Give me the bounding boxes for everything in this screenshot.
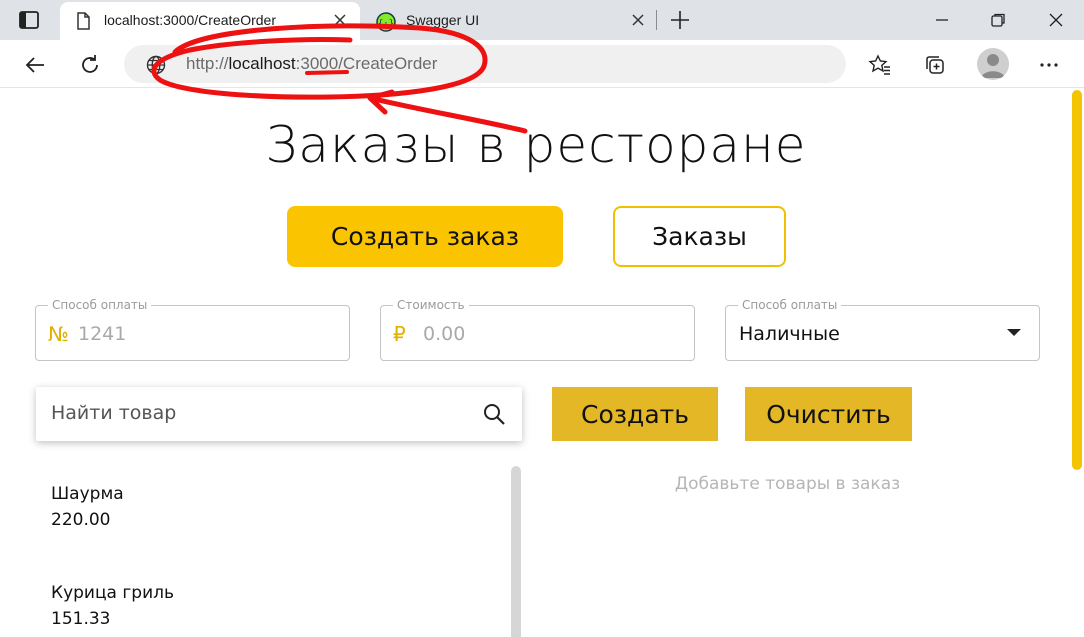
profile-avatar[interactable] [977,48,1009,80]
product-item[interactable]: Курица гриль 151.33 [51,583,471,629]
create-button[interactable]: Создать [552,387,718,441]
empty-order-message: Добавьте товары в заказ [674,474,901,494]
cost-placeholder: 0.00 [423,323,466,345]
more-menu-icon[interactable] [1034,50,1064,80]
close-window-icon[interactable] [1044,8,1068,32]
collections-icon[interactable] [920,50,950,80]
tab-bar: localhost:3000/CreateOrder {·} Swagger U… [0,0,1084,40]
tab-create-order[interactable]: localhost:3000/CreateOrder [60,2,360,40]
payment-method-value: Наличные [739,323,840,345]
tab-label: Swagger UI [406,12,480,28]
search-icon[interactable] [482,402,506,426]
payment-method-select[interactable]: Способ оплаты Наличные [725,298,1040,361]
favorites-star-icon[interactable] [865,50,895,80]
field-label: Стоимость [393,298,469,312]
page-icon [74,12,92,30]
page-scrollbar[interactable] [1072,90,1082,470]
swagger-icon: {·} [376,12,396,32]
product-search-input[interactable]: Найти товар [36,387,522,441]
address-bar[interactable]: http://localhost:3000/CreateOrder [124,45,846,83]
sidebar-toggle-icon[interactable] [12,8,46,32]
back-arrow-icon[interactable] [20,50,50,80]
dropdown-arrow-icon[interactable] [1007,329,1021,336]
field-label: Способ оплаты [48,298,152,312]
svg-text:{·}: {·} [378,19,394,29]
number-sign-icon: № [48,322,69,346]
cost-field[interactable]: Стоимость ₽ 0.00 [380,298,695,361]
clear-button[interactable]: Очистить [745,387,912,441]
field-label: Способ оплаты [738,298,842,312]
globe-icon [146,55,166,75]
minimize-icon[interactable] [930,8,954,32]
refresh-icon[interactable] [75,50,105,80]
restore-icon[interactable] [986,8,1010,32]
page-content: Заказы в ресторане Создать заказ Заказы … [0,88,1070,637]
order-number-placeholder: 1241 [78,323,127,345]
product-price: 220.00 [51,510,111,530]
orders-nav-button[interactable]: Заказы [613,206,786,267]
product-item[interactable]: Шаурма 220.00 [51,484,471,530]
product-name: Курица гриль [51,583,175,603]
close-tab-icon[interactable] [630,12,646,28]
tab-label: localhost:3000/CreateOrder [104,12,276,28]
ruble-icon: ₽ [393,322,406,346]
browser-toolbar: http://localhost:3000/CreateOrder [0,40,1084,88]
tab-separator [656,10,657,30]
product-price: 151.33 [51,609,111,629]
create-order-nav-button[interactable]: Создать заказ [287,206,563,267]
address-url: http://localhost:3000/CreateOrder [186,54,438,73]
new-tab-icon[interactable] [668,8,692,32]
order-number-field[interactable]: Способ оплаты № 1241 [35,298,350,361]
search-placeholder: Найти товар [51,402,177,424]
product-list-scrollbar[interactable] [511,466,521,637]
page-title: Заказы в ресторане [265,116,807,174]
close-tab-icon[interactable] [332,12,348,28]
product-name: Шаурма [51,484,124,504]
tab-swagger[interactable]: {·} Swagger UI [362,2,658,40]
